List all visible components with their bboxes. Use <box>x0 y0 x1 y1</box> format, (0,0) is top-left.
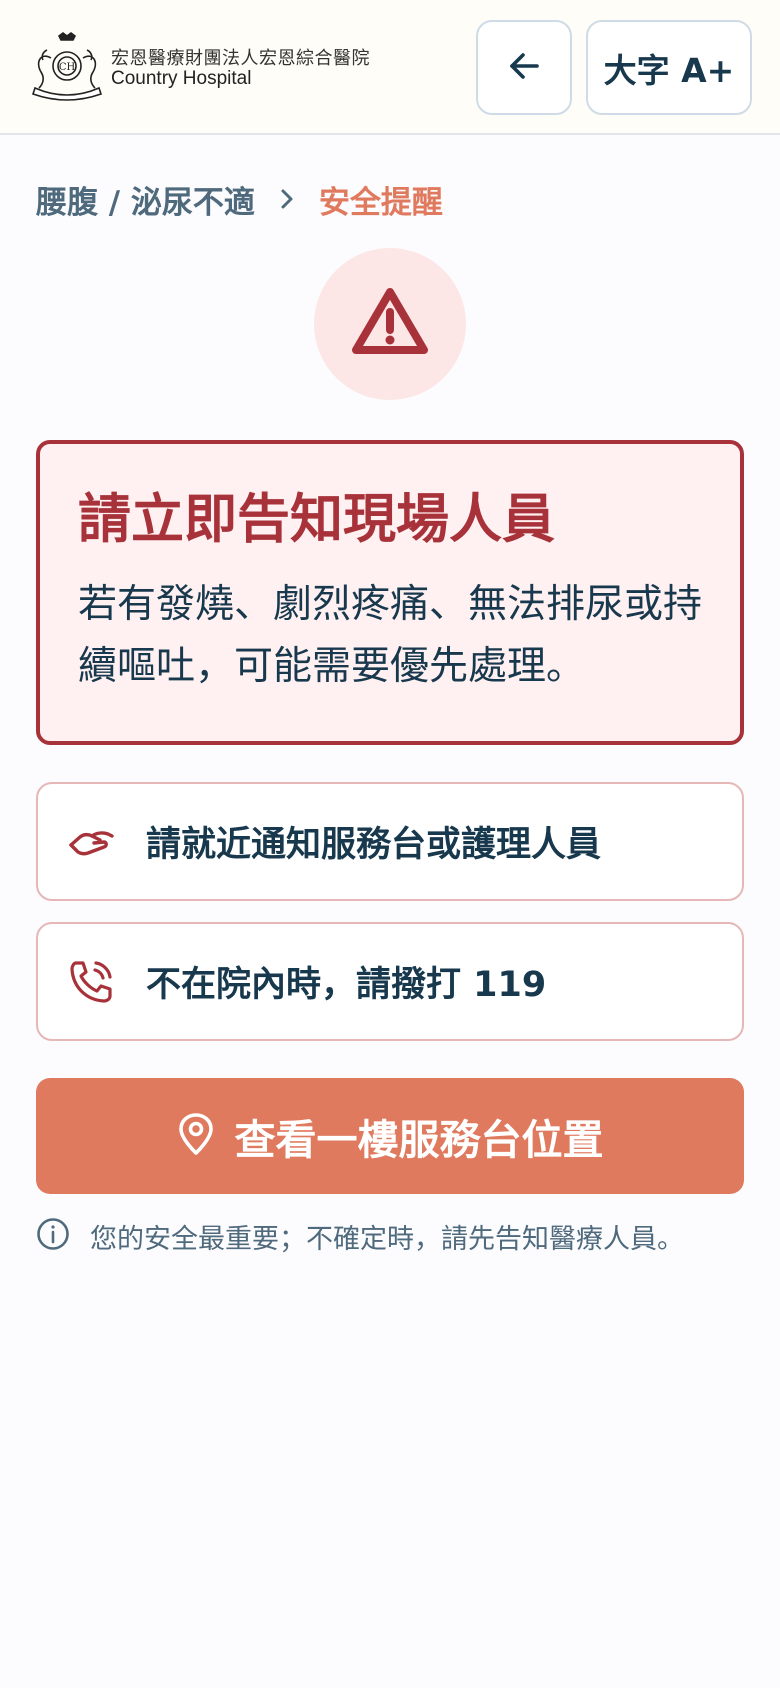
service-desk-location-label: 查看一樓服務台位置 <box>234 1116 604 1164</box>
info-icon <box>36 1217 70 1255</box>
back-button[interactable] <box>476 20 572 115</box>
alert-message: 若有發燒、劇烈疼痛、無法排尿或持續嘔吐，可能需要優先處理。 <box>78 581 703 689</box>
notify-staff-text: 請就近通知服務台或護理人員 <box>146 825 602 865</box>
app-header: CH 宏恩醫療財團法人宏恩綜合醫院 Country Hospital 大字 A+ <box>0 0 780 135</box>
breadcrumb: 腰腹 / 泌尿不適 安全提醒 <box>36 176 443 222</box>
urgent-alert-box: 請立即告知現場人員 若有發燒、劇烈疼痛、無法排尿或持續嘔吐，可能需要優先處理。 <box>36 440 744 745</box>
phone-call-icon <box>68 959 114 1005</box>
notify-staff-card: 請就近通知服務台或護理人員 <box>36 782 744 901</box>
helping-hand-icon <box>68 819 114 865</box>
safety-note-text: 您的安全最重要；不確定時，請先告知醫療人員。 <box>90 1223 684 1255</box>
call-119-text: 不在院內時，請撥打 119 <box>146 965 547 1005</box>
service-desk-location-button[interactable]: 查看一樓服務台位置 <box>36 1078 744 1194</box>
warning-triangle-icon <box>350 286 430 362</box>
safety-note: 您的安全最重要；不確定時，請先告知醫療人員。 <box>36 1216 684 1256</box>
font-size-button[interactable]: 大字 A+ <box>586 20 752 115</box>
hospital-logo: CH <box>27 30 107 102</box>
hospital-name-chinese: 宏恩醫療財團法人宏恩綜合醫院 <box>111 48 370 69</box>
hospital-name-english: Country Hospital <box>111 68 252 89</box>
svg-text:CH: CH <box>59 62 76 73</box>
map-pin-icon <box>177 1112 215 1160</box>
arrow-left-icon <box>506 48 542 88</box>
chevron-right-icon <box>279 187 295 211</box>
alert-title: 請立即告知現場人員 <box>78 489 555 550</box>
call-119-card: 不在院內時，請撥打 119 <box>36 922 744 1041</box>
breadcrumb-parent-link[interactable]: 腰腹 / 泌尿不適 <box>36 177 255 222</box>
warning-badge <box>314 248 466 400</box>
breadcrumb-current: 安全提醒 <box>318 184 443 221</box>
